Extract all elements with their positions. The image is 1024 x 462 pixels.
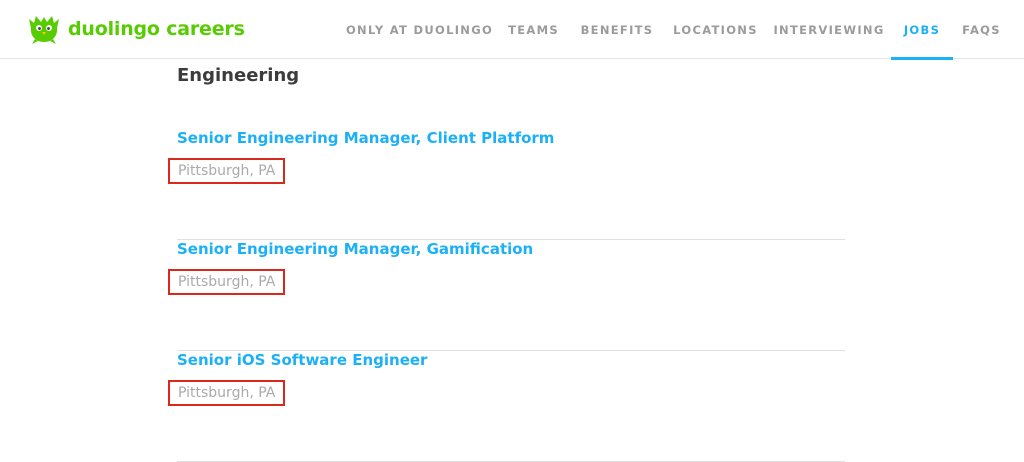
duolingo-careers-logo[interactable]: duolingo careers (26, 12, 245, 46)
nav-item-interviewing[interactable]: INTERVIEWING (767, 0, 891, 59)
nav-item-faqs[interactable]: FAQS (953, 0, 1024, 59)
job-location-highlighted: Pittsburgh, PA (168, 158, 286, 184)
job-location-highlighted: Pittsburgh, PA (168, 380, 286, 406)
job-listing: Senior iOS Software Engineer Pittsburgh,… (168, 351, 845, 462)
nav-item-only-at-duolingo[interactable]: ONLY AT DUOLINGO (342, 0, 497, 59)
duo-owl-icon (29, 16, 59, 44)
nav-item-benefits[interactable]: BENEFITS (570, 0, 664, 59)
main-nav: ONLY AT DUOLINGO TEAMS BENEFITS LOCATION… (342, 0, 1024, 60)
section-title: Engineering (177, 65, 300, 86)
job-title-link[interactable]: Senior Engineering Manager, Gamification (177, 240, 533, 258)
job-title-link[interactable]: Senior Engineering Manager, Client Platf… (177, 129, 554, 147)
nav-item-teams[interactable]: TEAMS (497, 0, 570, 59)
brand-name: duolingo careers (68, 18, 245, 40)
job-listing: Senior Engineering Manager, Client Platf… (168, 129, 845, 240)
job-listing: Senior Engineering Manager, Gamification… (168, 240, 845, 351)
nav-item-locations[interactable]: LOCATIONS (664, 0, 767, 59)
site-header: duolingo careers ONLY AT DUOLINGO TEAMS … (0, 0, 1024, 60)
job-title-link[interactable]: Senior iOS Software Engineer (177, 351, 427, 369)
nav-item-jobs[interactable]: JOBS (891, 0, 953, 60)
job-location-highlighted: Pittsburgh, PA (168, 269, 286, 295)
